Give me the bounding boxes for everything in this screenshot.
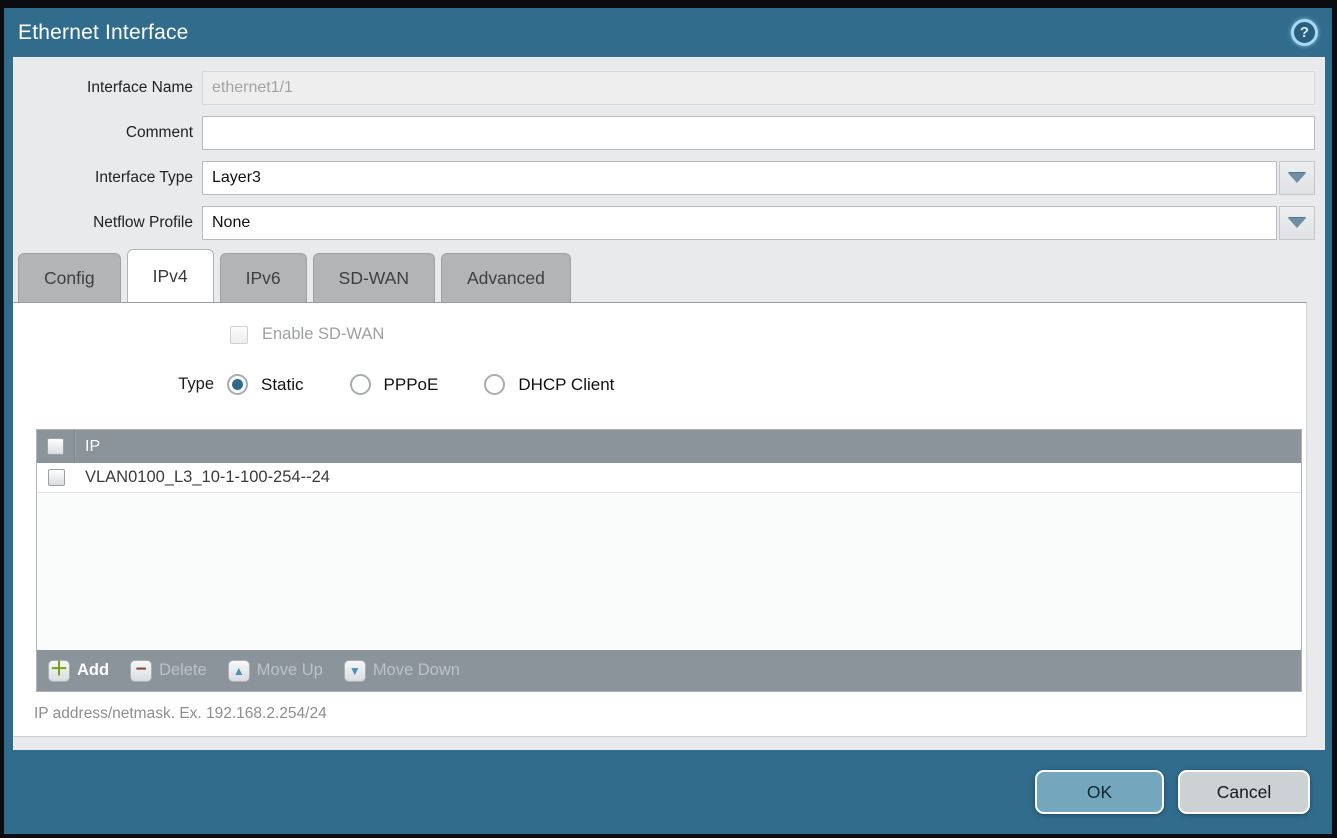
arrow-down-icon: ▼ bbox=[344, 660, 366, 682]
interface-type-select[interactable]: Layer3 bbox=[202, 161, 1277, 195]
help-icon[interactable]: ? bbox=[1291, 19, 1318, 46]
comment-field[interactable] bbox=[202, 116, 1315, 150]
radio-pppoe-label: PPPoE bbox=[384, 375, 439, 395]
radio-pppoe[interactable]: PPPoE bbox=[350, 374, 439, 395]
select-all-checkbox[interactable] bbox=[47, 438, 64, 455]
ip-format-hint: IP address/netmask. Ex. 192.168.2.254/24 bbox=[34, 705, 327, 723]
dialog-footer: OK Cancel bbox=[4, 750, 1332, 834]
cancel-button[interactable]: Cancel bbox=[1178, 770, 1310, 814]
add-button[interactable]: ＋ Add bbox=[48, 660, 109, 682]
form-row-interface-name: Interface Name bbox=[13, 71, 1325, 105]
enable-sdwan-label: Enable SD-WAN bbox=[262, 325, 384, 344]
type-label: Type bbox=[13, 375, 214, 394]
radio-unselected-icon bbox=[350, 374, 371, 395]
form-row-netflow-profile: Netflow Profile None bbox=[13, 206, 1325, 240]
netflow-profile-label: Netflow Profile bbox=[13, 214, 202, 232]
ip-column-header: IP bbox=[75, 438, 100, 456]
comment-label: Comment bbox=[13, 124, 202, 142]
tab-strip: Config IPv4 IPv6 SD-WAN Advanced bbox=[13, 253, 577, 302]
address-type-row: Type Static PPPoE DHCP Client bbox=[13, 374, 614, 395]
dialog-body: Interface Name Comment Interface Type La… bbox=[13, 57, 1325, 750]
tab-sd-wan[interactable]: SD-WAN bbox=[313, 253, 435, 302]
interface-type-dropdown-button[interactable] bbox=[1279, 161, 1315, 195]
interface-name-label: Interface Name bbox=[13, 79, 202, 97]
radio-unselected-icon bbox=[484, 374, 505, 395]
move-down-button: ▼ Move Down bbox=[344, 660, 460, 682]
interface-name-field bbox=[202, 71, 1315, 105]
dialog-titlebar: Ethernet Interface ? bbox=[4, 8, 1332, 57]
ip-grid: IP VLAN0100_L3_10-1-100-254--24 ＋ Add bbox=[36, 429, 1302, 692]
plus-icon: ＋ bbox=[48, 660, 70, 682]
arrow-up-icon: ▲ bbox=[228, 660, 250, 682]
grid-empty-area bbox=[37, 493, 1301, 650]
ipv4-tab-panel: Enable SD-WAN Type Static PPPoE DHCP Cli… bbox=[13, 302, 1307, 737]
interface-form: Interface Name Comment Interface Type La… bbox=[13, 57, 1325, 240]
tab-ipv6[interactable]: IPv6 bbox=[220, 253, 307, 302]
tab-config[interactable]: Config bbox=[18, 253, 121, 302]
minus-icon: − bbox=[130, 660, 152, 682]
row-checkbox[interactable] bbox=[48, 469, 65, 486]
chevron-down-icon bbox=[1288, 218, 1306, 228]
radio-dhcp-client-label: DHCP Client bbox=[518, 375, 614, 395]
dialog-title: Ethernet Interface bbox=[18, 21, 189, 45]
screen: Ethernet Interface ? Interface Name Comm… bbox=[0, 0, 1337, 838]
radio-static-label: Static bbox=[261, 375, 304, 395]
ethernet-interface-dialog: Ethernet Interface ? Interface Name Comm… bbox=[4, 8, 1332, 834]
move-up-button: ▲ Move Up bbox=[228, 660, 323, 682]
table-row[interactable]: VLAN0100_L3_10-1-100-254--24 bbox=[37, 463, 1301, 493]
chevron-down-icon bbox=[1288, 173, 1306, 183]
ip-cell-value: VLAN0100_L3_10-1-100-254--24 bbox=[75, 468, 330, 487]
radio-selected-icon bbox=[227, 374, 248, 395]
tab-advanced[interactable]: Advanced bbox=[441, 253, 571, 302]
ip-grid-header: IP bbox=[37, 430, 1301, 463]
grid-toolbar: ＋ Add − Delete ▲ Move Up ▼ bbox=[37, 650, 1301, 691]
enable-sdwan-checkbox bbox=[230, 326, 248, 344]
form-row-interface-type: Interface Type Layer3 bbox=[13, 161, 1325, 195]
enable-sdwan-row: Enable SD-WAN bbox=[13, 325, 384, 344]
radio-dhcp-client[interactable]: DHCP Client bbox=[484, 374, 614, 395]
tab-ipv4[interactable]: IPv4 bbox=[127, 249, 214, 302]
netflow-profile-select[interactable]: None bbox=[202, 206, 1277, 240]
radio-static[interactable]: Static bbox=[227, 374, 304, 395]
interface-type-label: Interface Type bbox=[13, 169, 202, 187]
netflow-profile-dropdown-button[interactable] bbox=[1279, 206, 1315, 240]
form-row-comment: Comment bbox=[13, 116, 1325, 150]
delete-button: − Delete bbox=[130, 660, 207, 682]
ok-button[interactable]: OK bbox=[1035, 770, 1164, 814]
